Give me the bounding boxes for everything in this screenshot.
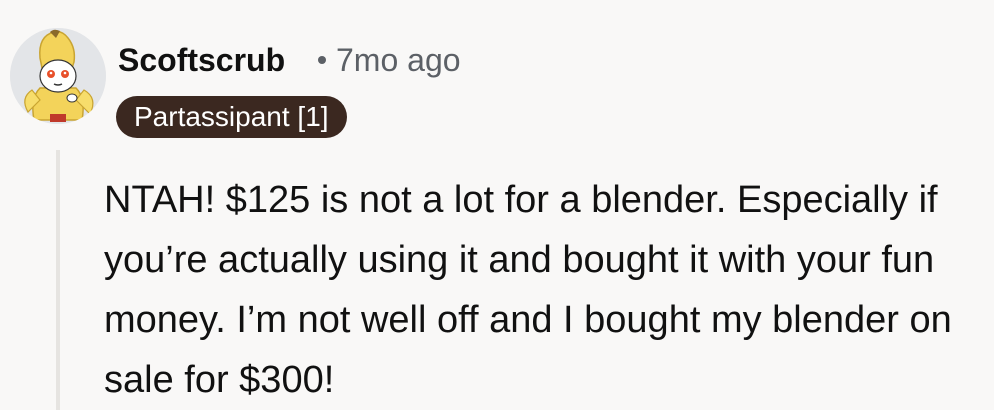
user-flair-badge: Partassipant [1] (116, 96, 347, 138)
comment-body: NTAH! $125 is not a lot for a blender. E… (104, 170, 984, 410)
comment: Scoftscrub 7mo ago Partassipant [1] NTAH… (0, 0, 994, 410)
thread-collapse-line[interactable] (56, 150, 60, 410)
banana-costume-avatar-icon (10, 28, 106, 124)
comment-timestamp[interactable]: 7mo ago (336, 44, 461, 76)
comment-meta: 7mo ago (318, 44, 461, 76)
comment-text: NTAH! $125 is not a lot for a blender. E… (104, 179, 952, 401)
comment-author[interactable]: Scoftscrub (118, 44, 285, 76)
user-avatar[interactable] (10, 28, 106, 124)
separator-dot-icon (318, 56, 326, 64)
